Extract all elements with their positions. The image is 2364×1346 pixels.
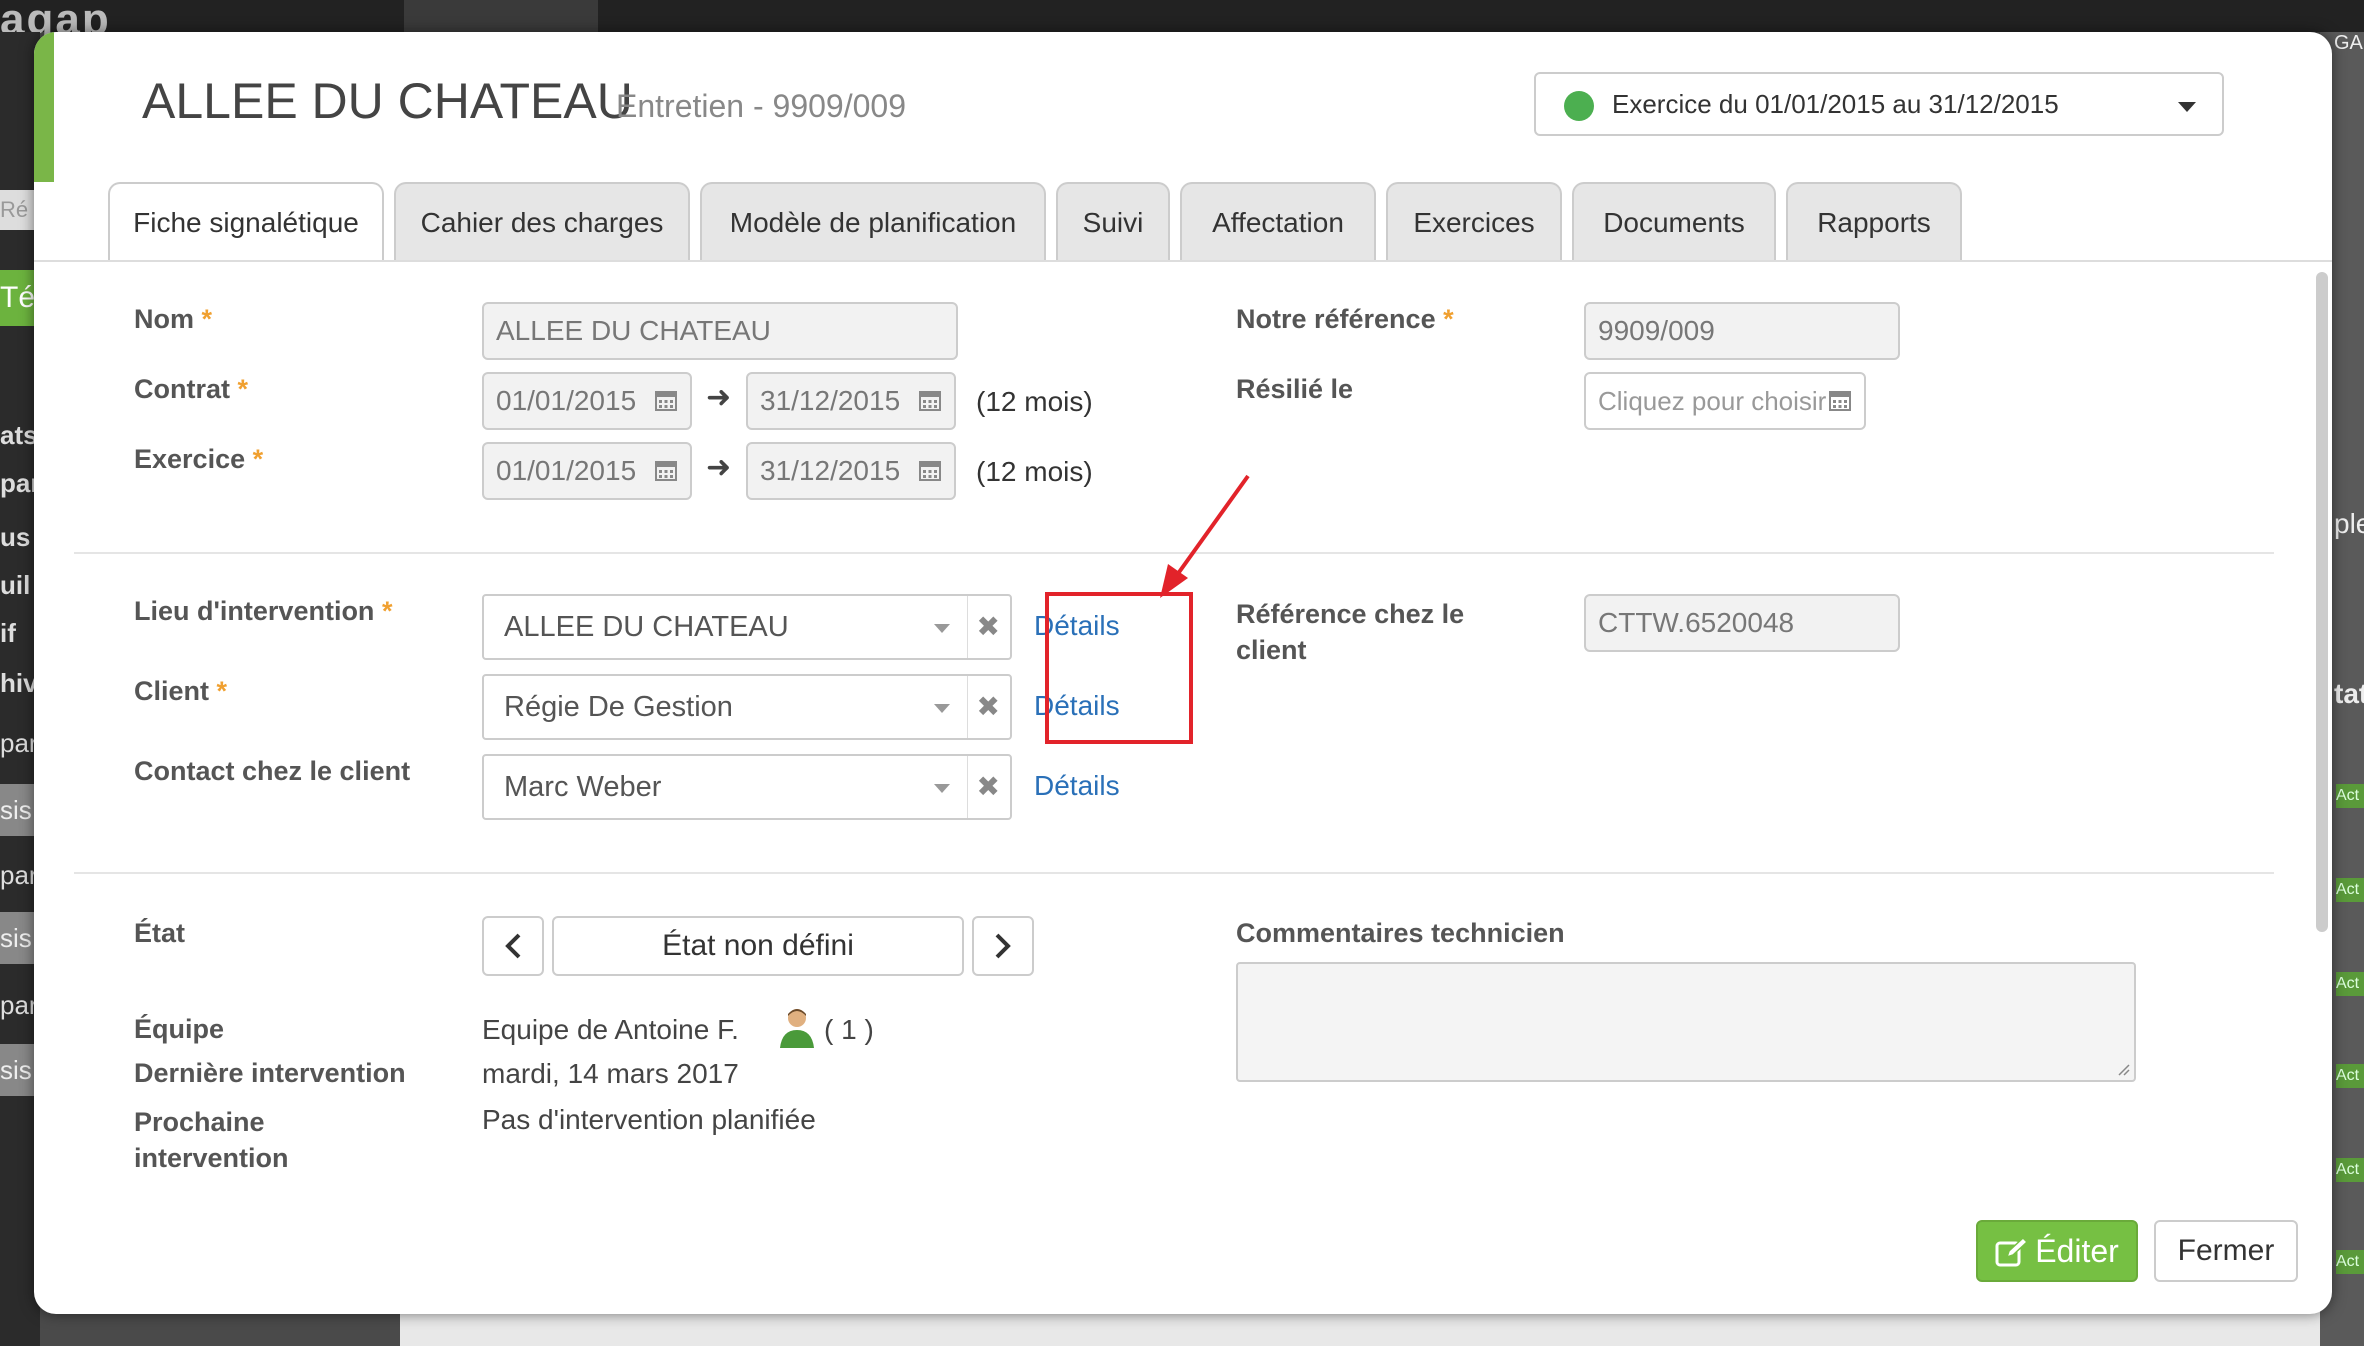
reference-client-field[interactable]: CTTW.6520048 [1584, 594, 1900, 652]
calendar-icon [655, 391, 677, 411]
background-bottom-strip [400, 1310, 2320, 1346]
contrat-label: Contrat * [134, 374, 249, 404]
background-status-badge: Act [2336, 1158, 2364, 1182]
background-status-badge: Act [2336, 784, 2364, 808]
section-divider [74, 872, 2274, 874]
commentaires-label: Commentaires technicien [1236, 918, 1565, 948]
user-icon [780, 1009, 814, 1048]
arrow-right-icon: ➜ [706, 381, 732, 414]
resilie-date-field[interactable]: Cliquez pour choisir [1584, 372, 1866, 430]
reference-client-label: Référence chez le client [1236, 599, 1465, 665]
nom-label: Nom * [134, 304, 213, 334]
tab-exercices[interactable]: Exercices [1386, 182, 1562, 260]
select-divider [967, 596, 968, 658]
contrat-end-field[interactable]: 31/12/2015 [746, 372, 956, 430]
exercice-end-field[interactable]: 31/12/2015 [746, 442, 956, 500]
chevron-down-icon [934, 784, 950, 793]
calendar-icon [919, 391, 941, 411]
chevron-down-icon [934, 704, 950, 713]
derniere-intervention-value: mardi, 14 mars 2017 [482, 1058, 739, 1089]
background-right-label: GA [2334, 32, 2363, 54]
etat-label: État [134, 918, 186, 948]
chevron-right-icon [995, 933, 1011, 959]
edit-button[interactable]: Éditer [1976, 1220, 2138, 1282]
tab-cahier-des-charges[interactable]: Cahier des charges [394, 182, 690, 260]
arrow-right-icon: ➜ [706, 451, 732, 484]
contrat-duration: (12 mois) [976, 386, 1093, 417]
calendar-icon [655, 461, 677, 481]
commentaires-textarea[interactable] [1236, 962, 2136, 1082]
background-status-badge: Act [2336, 878, 2364, 902]
close-icon[interactable]: ✖ [977, 596, 1000, 658]
etat-previous-button[interactable] [482, 916, 544, 976]
exercice-duration: (12 mois) [976, 456, 1093, 487]
background-status-badge: Act [2336, 1250, 2364, 1274]
contract-modal: ALLEE DU CHATEAU Entretien - 9909/009 Ex… [34, 32, 2332, 1314]
equipe-count: ( 1 ) [824, 1014, 874, 1045]
tab-divider [34, 260, 2332, 262]
chevron-down-icon [934, 624, 950, 633]
chevron-left-icon [505, 933, 521, 959]
prochaine-intervention-value: Pas d'intervention planifiée [482, 1104, 816, 1135]
exercice-label: Exercice * [134, 444, 264, 474]
client-label: Client * [134, 676, 228, 706]
highlight-box [1045, 592, 1193, 744]
select-divider [967, 676, 968, 738]
scrollbar[interactable] [2316, 272, 2328, 932]
lieu-intervention-label: Lieu d'intervention * [134, 596, 393, 626]
etat-value-button[interactable]: État non défini [552, 916, 964, 976]
contact-select[interactable]: Marc Weber ✖ [482, 754, 1012, 820]
status-dot-icon [1564, 91, 1594, 121]
close-button[interactable]: Fermer [2154, 1220, 2298, 1282]
resilie-label: Résilié le [1236, 374, 1354, 404]
page-subtitle: Entretien - 9909/009 [616, 88, 906, 124]
background-topbar-active-segment [404, 0, 598, 32]
tab-fiche-signaletique[interactable]: Fiche signalétique [108, 182, 384, 262]
tab-modele-de-planification[interactable]: Modèle de planification [700, 182, 1046, 260]
modal-accent-bar [34, 32, 54, 182]
lieu-intervention-select[interactable]: ALLEE DU CHATEAU ✖ [482, 594, 1012, 660]
background-right-label: tat [2334, 678, 2364, 709]
contrat-start-field[interactable]: 01/01/2015 [482, 372, 692, 430]
exercice-select[interactable]: Exercice du 01/01/2015 au 31/12/2015 [1534, 72, 2224, 136]
resize-handle-icon[interactable] [2116, 1062, 2130, 1076]
background-topbar [0, 0, 2364, 32]
exercice-start-field[interactable]: 01/01/2015 [482, 442, 692, 500]
contact-label: Contact chez le client [134, 756, 411, 786]
prochaine-intervention-label: Prochaine intervention [134, 1107, 289, 1173]
page-title: ALLEE DU CHATEAU [142, 73, 633, 129]
exercice-select-value: Exercice du 01/01/2015 au 31/12/2015 [1612, 89, 2059, 119]
chevron-down-icon [2178, 102, 2196, 112]
annotation-arrow-icon [1160, 474, 1250, 598]
background-status-badge: Act [2336, 972, 2364, 996]
tab-affectation[interactable]: Affectation [1180, 182, 1376, 260]
etat-next-button[interactable] [972, 916, 1034, 976]
equipe-value: Equipe de Antoine F. [482, 1014, 739, 1045]
derniere-intervention-label: Dernière intervention [134, 1058, 406, 1088]
background-right-label: ple [2334, 508, 2364, 539]
nom-field[interactable]: ALLEE DU CHATEAU [482, 302, 958, 360]
close-icon[interactable]: ✖ [977, 756, 1000, 818]
equipe-label: Équipe [134, 1014, 225, 1044]
close-icon[interactable]: ✖ [977, 676, 1000, 738]
edit-icon [1995, 1236, 2029, 1267]
contact-details-link[interactable]: Détails [1034, 770, 1120, 802]
background-status-badge: Act [2336, 1064, 2364, 1088]
tab-rapports[interactable]: Rapports [1786, 182, 1962, 260]
client-select[interactable]: Régie De Gestion ✖ [482, 674, 1012, 740]
notre-reference-field[interactable]: 9909/009 [1584, 302, 1900, 360]
notre-reference-label: Notre référence * [1236, 304, 1454, 334]
calendar-icon [919, 461, 941, 481]
select-divider [967, 756, 968, 818]
calendar-icon [1829, 391, 1851, 411]
tab-documents[interactable]: Documents [1572, 182, 1776, 260]
tab-suivi[interactable]: Suivi [1056, 182, 1170, 260]
